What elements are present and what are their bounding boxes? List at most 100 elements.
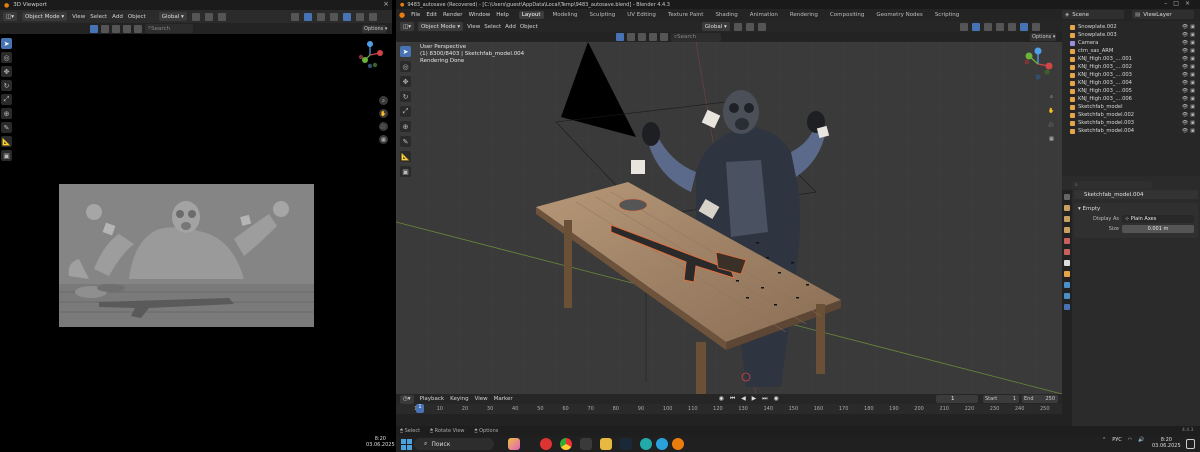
viewport-search-field[interactable]: ⌕ Search <box>671 32 721 42</box>
render-tab-icon[interactable] <box>1064 205 1070 211</box>
tool-tab-icon[interactable] <box>1064 194 1070 200</box>
view-layer-selector[interactable]: ▤ ViewLayer <box>1132 10 1194 19</box>
tab-compositing[interactable]: Compositing <box>827 11 867 19</box>
rotate-tool-icon[interactable]: ↻ <box>1 80 12 91</box>
scale-tool-icon[interactable]: ⤢ <box>400 106 411 117</box>
scene-selector[interactable]: ◈ Scene <box>1062 10 1124 19</box>
cursor-tool-icon[interactable]: ◎ <box>400 61 411 72</box>
perspective-grid-icon[interactable]: ▦ <box>1047 134 1056 143</box>
outliner-item[interactable]: KNJ_High.003_....005 👁▣ <box>1062 87 1200 95</box>
scene-tab-icon[interactable] <box>1064 238 1070 244</box>
file-explorer-icon[interactable] <box>600 438 612 450</box>
viewport-menu-add[interactable]: Add <box>505 24 516 30</box>
visibility-toggle-icon[interactable]: 👁▣ <box>1182 56 1197 62</box>
select-mode-icon[interactable] <box>649 33 657 41</box>
outliner-item[interactable]: ctm_sas_ARM 👁▣ <box>1062 47 1200 55</box>
zoom-icon[interactable]: ⌕ <box>379 96 388 105</box>
select-box-icon[interactable] <box>90 24 98 33</box>
menu-window[interactable]: Window <box>469 12 491 18</box>
viewport-navigation-gizmo[interactable] <box>1020 46 1056 82</box>
timeline-body[interactable] <box>396 414 1062 426</box>
view-layer-tab-icon[interactable] <box>1064 227 1070 233</box>
select-tool-icon[interactable]: ➤ <box>400 46 411 57</box>
tab-layout[interactable]: Layout <box>518 11 544 19</box>
perspective-grid-icon[interactable]: ▦ <box>379 135 388 144</box>
taskbar-search[interactable]: ⌕ Поиск <box>414 438 494 450</box>
rotate-tool-icon[interactable]: ↻ <box>400 91 411 102</box>
timeline-ruler[interactable]: 1102030405060708090100110120130140150160… <box>396 404 1062 414</box>
telegram-icon[interactable] <box>656 438 668 450</box>
close-icon[interactable]: × <box>383 0 389 8</box>
menu-render[interactable]: Render <box>443 12 463 18</box>
outliner-item[interactable]: Snowplate.002 👁▣ <box>1062 23 1200 31</box>
select-tool-icon[interactable]: ➤ <box>1 38 12 49</box>
timeline-menu-keying[interactable]: Keying <box>450 396 468 402</box>
size-field[interactable]: 0.001 m <box>1122 225 1194 233</box>
floating-cup[interactable] <box>631 160 645 174</box>
select-mode-icon[interactable] <box>660 33 668 41</box>
transform-tool-icon[interactable]: ⊕ <box>1 108 12 119</box>
tab-shading[interactable]: Shading <box>712 11 740 19</box>
measure-tool-icon[interactable]: 📐 <box>1 136 12 147</box>
shading-solid-icon[interactable] <box>342 12 351 21</box>
timeline-playhead[interactable]: 1 <box>416 404 424 413</box>
transform-tool-icon[interactable]: ⊕ <box>400 121 411 132</box>
notification-icon[interactable] <box>1186 439 1195 449</box>
left-search-field[interactable]: ⌕ Search <box>145 24 193 33</box>
shading-render-icon[interactable] <box>1031 22 1040 31</box>
window-controls[interactable]: –□× <box>1164 0 1196 7</box>
world-tab-icon[interactable] <box>1064 249 1070 255</box>
viewport-menu-view[interactable]: View <box>467 24 480 30</box>
shading-wire-icon[interactable] <box>995 22 1004 31</box>
tab-texture-paint[interactable]: Texture Paint <box>665 11 707 19</box>
gizmo-toggle-icon[interactable] <box>971 22 980 31</box>
select-mode-icon[interactable] <box>123 24 131 33</box>
outliner-item[interactable]: KNJ_High.003_....006 👁▣ <box>1062 95 1200 103</box>
menu-edit[interactable]: Edit <box>426 12 437 18</box>
playback-controls[interactable]: ◉ ⏮ ◀ ▶ ⏭ ◉ <box>719 395 781 403</box>
volume-icon[interactable]: 🔊 <box>1138 437 1144 443</box>
select-mode-icon[interactable] <box>638 33 646 41</box>
tab-rendering[interactable]: Rendering <box>787 11 821 19</box>
annotate-tool-icon[interactable]: ✎ <box>400 136 411 147</box>
tab-scripting[interactable]: Scripting <box>932 11 962 19</box>
taskbar-clock[interactable]: 8:20 03.06.2025 <box>1152 437 1181 449</box>
properties-search-field[interactable]: ⌕ <box>1072 181 1152 189</box>
visibility-toggle-icon[interactable]: 👁▣ <box>1182 88 1197 94</box>
start-button[interactable] <box>400 438 412 450</box>
outliner-item[interactable]: Sketchfab_model.003 👁▣ <box>1062 119 1200 127</box>
select-mode-icon[interactable] <box>627 33 635 41</box>
outliner-item[interactable]: KNJ_High.003_....002 👁▣ <box>1062 63 1200 71</box>
constraints-tab-icon[interactable] <box>1064 293 1070 299</box>
pan-hand-icon[interactable]: ✋ <box>1047 106 1056 115</box>
pan-hand-icon[interactable]: ✋ <box>379 109 388 118</box>
shading-render-icon[interactable] <box>368 12 377 21</box>
viewport-orientation-dropdown[interactable]: Global ▾ <box>701 22 730 31</box>
xray-icon[interactable] <box>983 22 992 31</box>
scale-tool-icon[interactable]: ⤢ <box>1 94 12 105</box>
current-frame-field[interactable]: 1 <box>936 395 978 403</box>
left-options-dropdown[interactable]: Options ▾ <box>362 25 387 33</box>
menu-object[interactable]: Object <box>128 14 146 20</box>
visibility-toggle-icon[interactable]: 👁▣ <box>1182 128 1197 134</box>
language-indicator[interactable]: РУС <box>1112 437 1122 443</box>
timeline-editor-type-button[interactable]: ◷▾ <box>400 394 414 404</box>
left-navigation-gizmo[interactable] <box>355 40 385 70</box>
proportional-icon[interactable] <box>217 12 226 21</box>
visibility-toggle-icon[interactable]: 👁▣ <box>1182 96 1197 102</box>
viewport-menu-select[interactable]: Select <box>484 24 501 30</box>
move-tool-icon[interactable]: ✥ <box>400 76 411 87</box>
outliner-item[interactable]: KNJ_High.003_....001 👁▣ <box>1062 55 1200 63</box>
empty-panel-header[interactable]: ▾ Empty <box>1078 206 1194 214</box>
tab-animation[interactable]: Animation <box>747 11 781 19</box>
collection-tab-icon[interactable] <box>1064 260 1070 266</box>
tab-uv-editing[interactable]: UV Editing <box>624 11 659 19</box>
mode-dropdown[interactable]: Object Mode ▾ <box>21 12 68 21</box>
3d-viewport[interactable] <box>396 42 1062 394</box>
blender-taskbar-icon[interactable] <box>672 438 684 450</box>
overlay-icon[interactable] <box>959 22 968 31</box>
data-tab-icon[interactable] <box>1064 304 1070 310</box>
gloves-model[interactable] <box>618 198 648 212</box>
tab-geometry-nodes[interactable]: Geometry Nodes <box>873 11 925 19</box>
menu-view[interactable]: View <box>72 14 85 20</box>
